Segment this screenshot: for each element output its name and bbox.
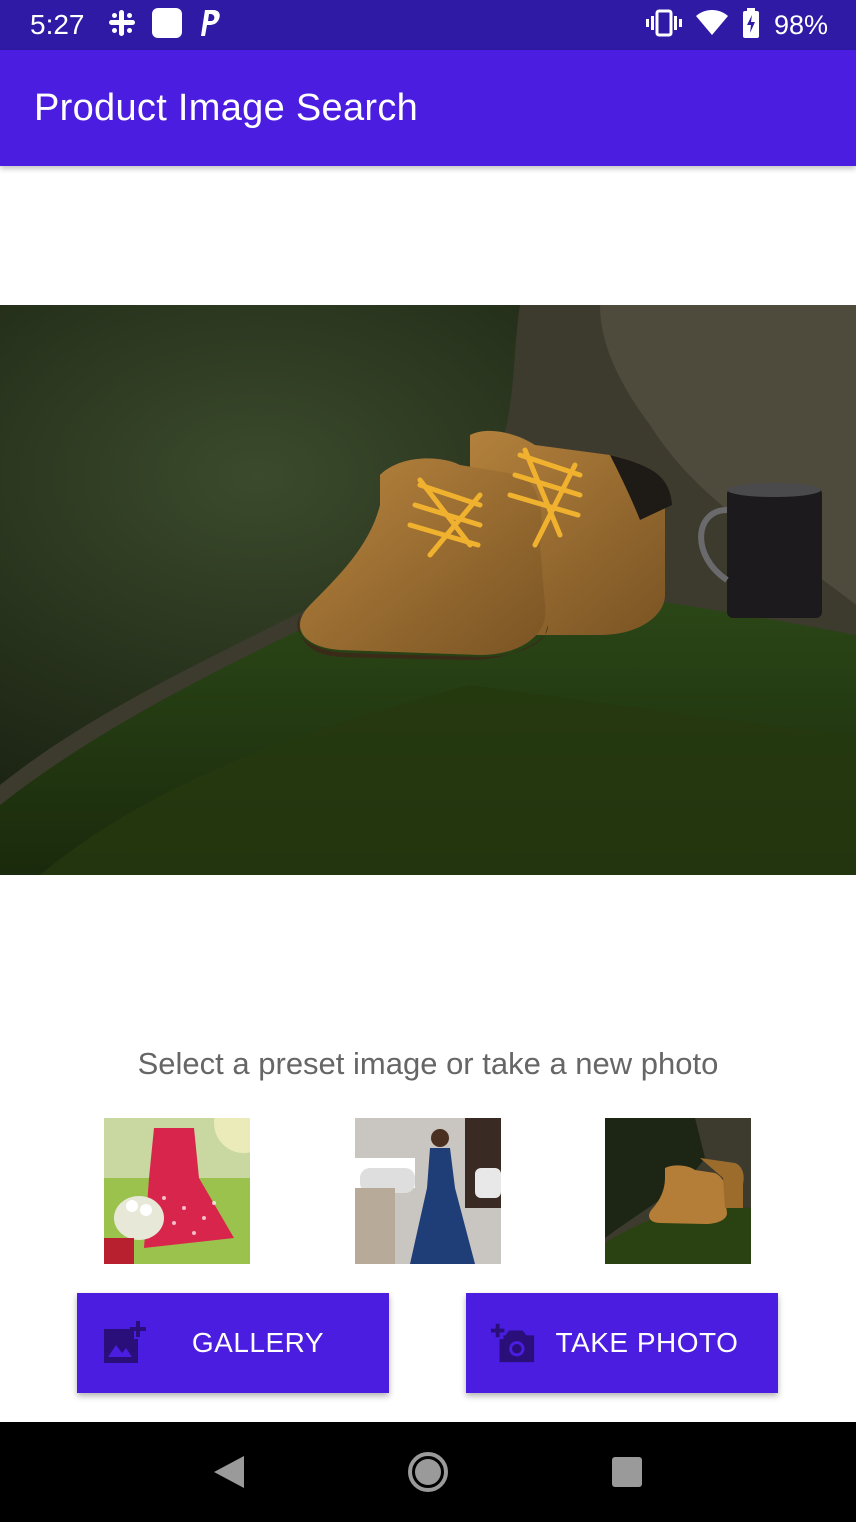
- battery-charging-icon: [742, 7, 760, 43]
- preview-image: [0, 305, 856, 875]
- paypal-icon: [197, 8, 221, 43]
- nav-bar: [0, 1422, 856, 1522]
- preset-boots[interactable]: [605, 1118, 751, 1264]
- home-icon[interactable]: [398, 1442, 458, 1502]
- gallery-button[interactable]: GALLERY: [77, 1293, 389, 1393]
- preset-thumbnails: [0, 1118, 856, 1264]
- system-icons: 98%: [645, 7, 828, 43]
- add-camera-icon: [490, 1320, 536, 1366]
- notification-icons: [107, 7, 221, 44]
- battery-percent: 98%: [773, 9, 828, 40]
- take-photo-button-label: TAKE PHOTO: [555, 1327, 739, 1358]
- preset-blue-gown[interactable]: [355, 1118, 501, 1264]
- gallery-button-label: GALLERY: [191, 1327, 325, 1358]
- recents-icon[interactable]: [597, 1442, 657, 1502]
- page-title: Product Image Search: [34, 86, 419, 129]
- vibrate-icon: [645, 9, 682, 42]
- take-photo-button[interactable]: TAKE PHOTO: [466, 1293, 778, 1393]
- wifi-icon: [695, 9, 728, 41]
- preset-prompt: Select a preset image or take a new phot…: [137, 1046, 719, 1081]
- app-square-icon: [151, 7, 183, 44]
- status-time: 5:27: [30, 9, 85, 40]
- slack-icon: [107, 8, 137, 43]
- preset-red-dress[interactable]: [104, 1118, 250, 1264]
- back-icon[interactable]: [199, 1442, 259, 1502]
- add-photo-icon: [101, 1320, 147, 1366]
- app-bar: Product Image Search: [0, 50, 856, 166]
- status-bar: 5:27 98%: [0, 0, 856, 50]
